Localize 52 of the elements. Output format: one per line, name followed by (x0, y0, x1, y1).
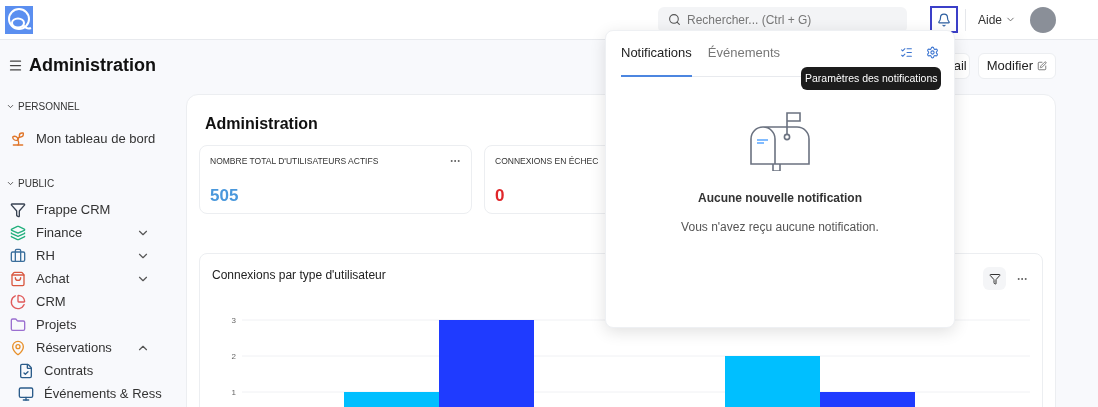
chart-title: Connexions par type d'utilisateur (212, 267, 386, 284)
sidebar-item[interactable]: Mon tableau de bord (6, 127, 186, 150)
popover-tab[interactable]: Notifications (621, 30, 692, 77)
number-card-label: CONNEXIONS EN ÉCHEC (495, 155, 599, 168)
sidebar-item[interactable]: RH (6, 244, 186, 267)
sidebar-section-header[interactable]: PUBLIC (6, 176, 186, 190)
funnel-icon (10, 201, 26, 218)
bell-icon (936, 12, 951, 27)
plant-icon (10, 130, 26, 147)
number-card-value: 0 (495, 184, 505, 207)
menu-icon[interactable] (8, 57, 23, 73)
edit-button[interactable]: Modifier (977, 53, 1056, 79)
settings-icon[interactable] (926, 46, 939, 59)
folder-icon (10, 316, 26, 333)
bag-icon (10, 270, 26, 287)
page-title: Administration (29, 53, 156, 77)
avatar[interactable] (1030, 6, 1056, 33)
edit-icon (1037, 61, 1047, 71)
sidebar-item[interactable]: Contrats (6, 359, 186, 382)
sidebar-item[interactable]: Frappe CRM (6, 198, 186, 221)
sidebar-item[interactable]: Finance (6, 221, 186, 244)
popover-tab[interactable]: Événements (707, 30, 781, 77)
mailbox-icon (749, 111, 811, 171)
mark-all-read-icon[interactable] (900, 46, 913, 59)
y-axis-label: 2 (231, 352, 236, 361)
filter-icon (988, 272, 1001, 285)
search-input[interactable]: Rechercher... (Ctrl + G) (686, 10, 897, 29)
search-icon (667, 13, 681, 26)
filter-button[interactable] (983, 267, 1006, 290)
pie-chart-icon (10, 293, 26, 310)
sidebar-item[interactable]: Projets (6, 313, 186, 336)
sidebar-item[interactable]: Réservations (6, 336, 186, 359)
sidebar-item[interactable]: CRM (6, 290, 186, 313)
briefcase-icon (10, 247, 26, 264)
layers-icon (10, 224, 26, 241)
search-field[interactable]: Rechercher... (Ctrl + G) (657, 6, 907, 33)
y-axis-label: 1 (231, 388, 236, 397)
sidebar-item[interactable]: Achat (6, 267, 186, 290)
number-card-value: 505 (210, 184, 239, 207)
logo-icon[interactable] (5, 5, 33, 34)
y-axis-label: 3 (231, 316, 236, 325)
document-check-icon (18, 362, 34, 379)
map-pin-icon (10, 339, 26, 356)
sidebar-section-header[interactable]: PERSONNEL (6, 99, 186, 113)
workspace-title: Administration (205, 114, 318, 134)
help-menu[interactable]: Aide (977, 10, 1016, 29)
sidebar-item[interactable]: Événements & Ress (6, 382, 186, 405)
monitor-icon (18, 385, 34, 402)
number-card-label: NOMBRE TOTAL D'UTILISATEURS ACTIFS (210, 155, 379, 168)
empty-state-text: Vous n'avez reçu aucune notification. (681, 219, 879, 236)
empty-state-title: Aucune nouvelle notification (698, 190, 862, 207)
tooltip: Paramètres des notifications (801, 67, 942, 90)
